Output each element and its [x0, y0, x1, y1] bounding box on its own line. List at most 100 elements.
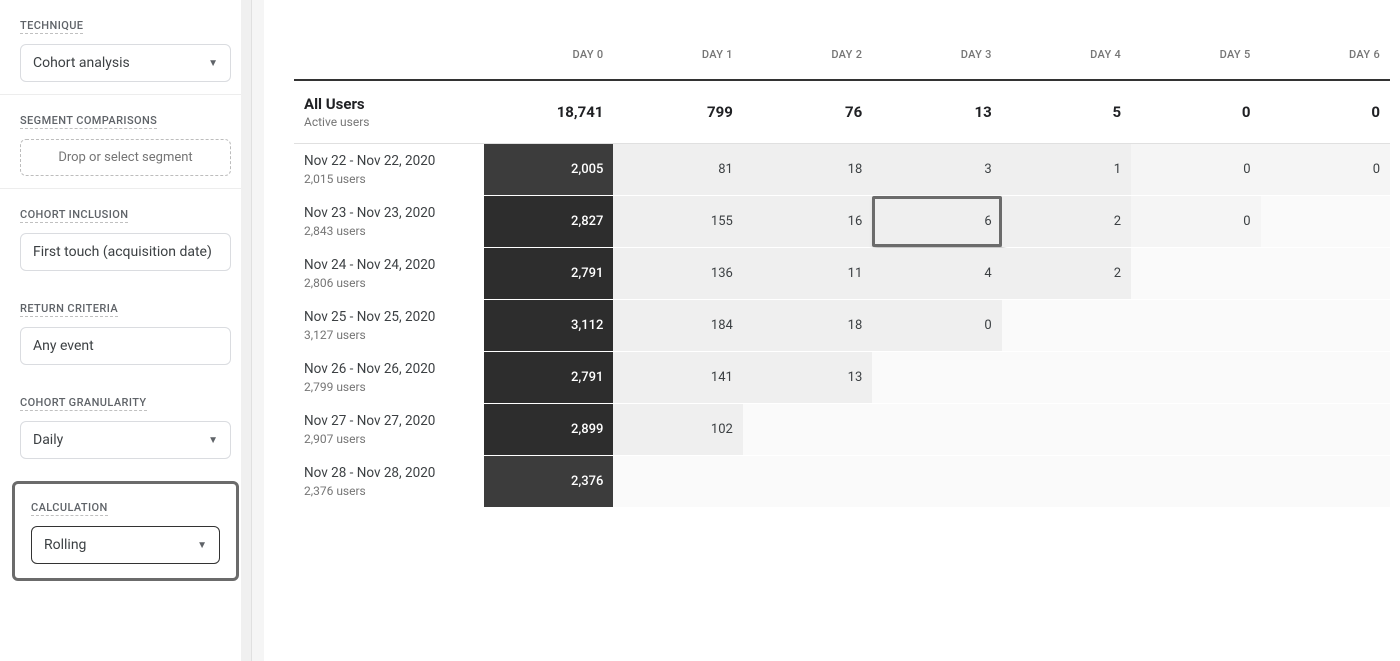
technique-select[interactable]: Cohort analysis ▼	[20, 44, 231, 82]
granularity-value: Daily	[33, 432, 63, 448]
cohort-cell[interactable]	[1131, 300, 1260, 352]
row-header: Nov 23 - Nov 23, 2020 2,843 users	[294, 196, 484, 248]
cohort-cell[interactable]: 16	[743, 196, 872, 248]
cohort-cell[interactable]: 2,827	[484, 196, 613, 248]
calculation-label: CALCULATION	[31, 501, 108, 516]
cohort-cell[interactable]	[1261, 248, 1390, 300]
cohort-cell[interactable]: 2,899	[484, 404, 613, 456]
chevron-down-icon: ▼	[197, 540, 207, 551]
inclusion-value: First touch (acquisition date)	[33, 244, 212, 260]
granularity-select[interactable]: Daily ▼	[20, 421, 231, 459]
cohort-cell[interactable]: 4	[872, 248, 1001, 300]
cohort-cell[interactable]	[743, 404, 872, 456]
cohort-cell[interactable]: 1	[1002, 144, 1131, 196]
cohort-cell[interactable]: 3,112	[484, 300, 613, 352]
segment-section: SEGMENT COMPARISONS Drop or select segme…	[0, 95, 251, 189]
cohort-range: Nov 22 - Nov 22, 2020	[304, 153, 474, 169]
cohort-cell[interactable]: 141	[613, 352, 742, 404]
cohort-cell[interactable]	[1261, 196, 1390, 248]
cohort-users: 2,376 users	[304, 484, 474, 498]
summary-value: 76	[743, 80, 872, 144]
table-row: Nov 24 - Nov 24, 2020 2,806 users 2,791136…	[294, 248, 1390, 300]
cohort-users: 2,015 users	[304, 172, 474, 186]
cohort-table: DAY 0DAY 1DAY 2DAY 3DAY 4DAY 5DAY 6 All …	[294, 40, 1390, 508]
cohort-cell[interactable]: 18	[743, 300, 872, 352]
cohort-cell[interactable]	[1002, 352, 1131, 404]
cohort-cell[interactable]: 2,376	[484, 456, 613, 508]
cohort-content: DAY 0DAY 1DAY 2DAY 3DAY 4DAY 5DAY 6 All …	[264, 0, 1400, 661]
config-sidebar: TECHNIQUE Cohort analysis ▼ SEGMENT COMP…	[0, 0, 252, 661]
cohort-cell[interactable]	[872, 404, 1001, 456]
row-header: Nov 24 - Nov 24, 2020 2,806 users	[294, 248, 484, 300]
cohort-cell[interactable]: 13	[743, 352, 872, 404]
summary-title-cell: All Users Active users	[294, 80, 484, 144]
inclusion-select[interactable]: First touch (acquisition date)	[20, 233, 231, 271]
table-row: Nov 25 - Nov 25, 20203,127 users3,112184…	[294, 300, 1390, 352]
cohort-users: 2,843 users	[304, 224, 474, 238]
cohort-cell[interactable]: 81	[613, 144, 742, 196]
summary-subtitle: Active users	[304, 115, 474, 129]
summary-title: All Users	[304, 95, 474, 113]
summary-value: 5	[1002, 80, 1131, 144]
summary-row: All UsersActive users18,7417997613500	[294, 80, 1390, 144]
cohort-cell[interactable]	[1131, 404, 1260, 456]
column-header: DAY 3	[872, 40, 1001, 80]
cohort-cell[interactable]: 2,005	[484, 144, 613, 196]
cohort-cell[interactable]: 3	[872, 144, 1001, 196]
cohort-cell[interactable]: 2,791	[484, 248, 613, 300]
return-select[interactable]: Any event	[20, 327, 231, 365]
sidebar-scrollbar[interactable]	[241, 0, 251, 661]
cohort-cell[interactable]	[1002, 404, 1131, 456]
cohort-cell[interactable]: 184	[613, 300, 742, 352]
cohort-cell[interactable]: 2,791	[484, 352, 613, 404]
cohort-range: Nov 28 - Nov 28, 2020	[304, 465, 474, 481]
cohort-cell[interactable]	[1261, 404, 1390, 456]
cohort-cell[interactable]	[1261, 300, 1390, 352]
cohort-cell[interactable]: 2	[1002, 196, 1131, 248]
table-header: DAY 0DAY 1DAY 2DAY 3DAY 4DAY 5DAY 6	[294, 40, 1390, 80]
cohort-cell[interactable]: 18	[743, 144, 872, 196]
cohort-cell[interactable]	[1131, 456, 1260, 508]
cohort-cell[interactable]	[872, 456, 1001, 508]
cohort-cell[interactable]: 102	[613, 404, 742, 456]
cohort-cell[interactable]	[1261, 352, 1390, 404]
return-label: RETURN CRITERIA	[20, 302, 118, 317]
granularity-label: COHORT GRANULARITY	[20, 396, 147, 411]
cohort-cell[interactable]	[1002, 456, 1131, 508]
calculation-section: CALCULATION Rolling ▼	[12, 481, 239, 581]
cohort-cell[interactable]	[872, 352, 1001, 404]
cohort-cell[interactable]: 0	[1131, 196, 1260, 248]
cohort-cell[interactable]: 0	[1131, 144, 1260, 196]
column-header: DAY 2	[743, 40, 872, 80]
technique-value: Cohort analysis	[33, 55, 130, 71]
summary-value: 0	[1131, 80, 1260, 144]
cohort-users: 2,907 users	[304, 432, 474, 446]
cohort-range: Nov 23 - Nov 23, 2020	[304, 205, 474, 221]
calculation-select[interactable]: Rolling ▼	[31, 526, 220, 564]
cohort-cell[interactable]	[1261, 456, 1390, 508]
cohort-users: 2,806 users	[304, 276, 474, 290]
chevron-down-icon: ▼	[208, 435, 218, 446]
table-row: Nov 22 - Nov 22, 20202,015 users2,005811…	[294, 144, 1390, 196]
cohort-cell[interactable]: 2	[1002, 248, 1131, 300]
technique-label: TECHNIQUE	[20, 19, 83, 34]
cohort-cell[interactable]: 136	[613, 248, 742, 300]
row-header: Nov 27 - Nov 27, 20202,907 users	[294, 404, 484, 456]
cohort-cell[interactable]: 155	[613, 196, 742, 248]
cohort-cell[interactable]: 11	[743, 248, 872, 300]
cohort-cell[interactable]: 0	[1261, 144, 1390, 196]
cohort-cell[interactable]	[1131, 352, 1260, 404]
cohort-range: Nov 25 - Nov 25, 2020	[304, 309, 474, 325]
column-header: DAY 6	[1261, 40, 1390, 80]
cohort-cell[interactable]	[1002, 300, 1131, 352]
cohort-cell[interactable]	[743, 456, 872, 508]
cohort-range: Nov 24 - Nov 24, 2020	[304, 257, 474, 273]
cohort-cell[interactable]: 0	[872, 300, 1001, 352]
cohort-cell[interactable]: 6	[872, 196, 1001, 248]
cohort-range: Nov 26 - Nov 26, 2020	[304, 361, 474, 377]
cohort-cell[interactable]	[1131, 248, 1260, 300]
cohort-cell[interactable]	[613, 456, 742, 508]
segment-dropzone[interactable]: Drop or select segment	[20, 139, 231, 176]
chevron-down-icon: ▼	[208, 58, 218, 69]
summary-value: 18,741	[484, 80, 613, 144]
